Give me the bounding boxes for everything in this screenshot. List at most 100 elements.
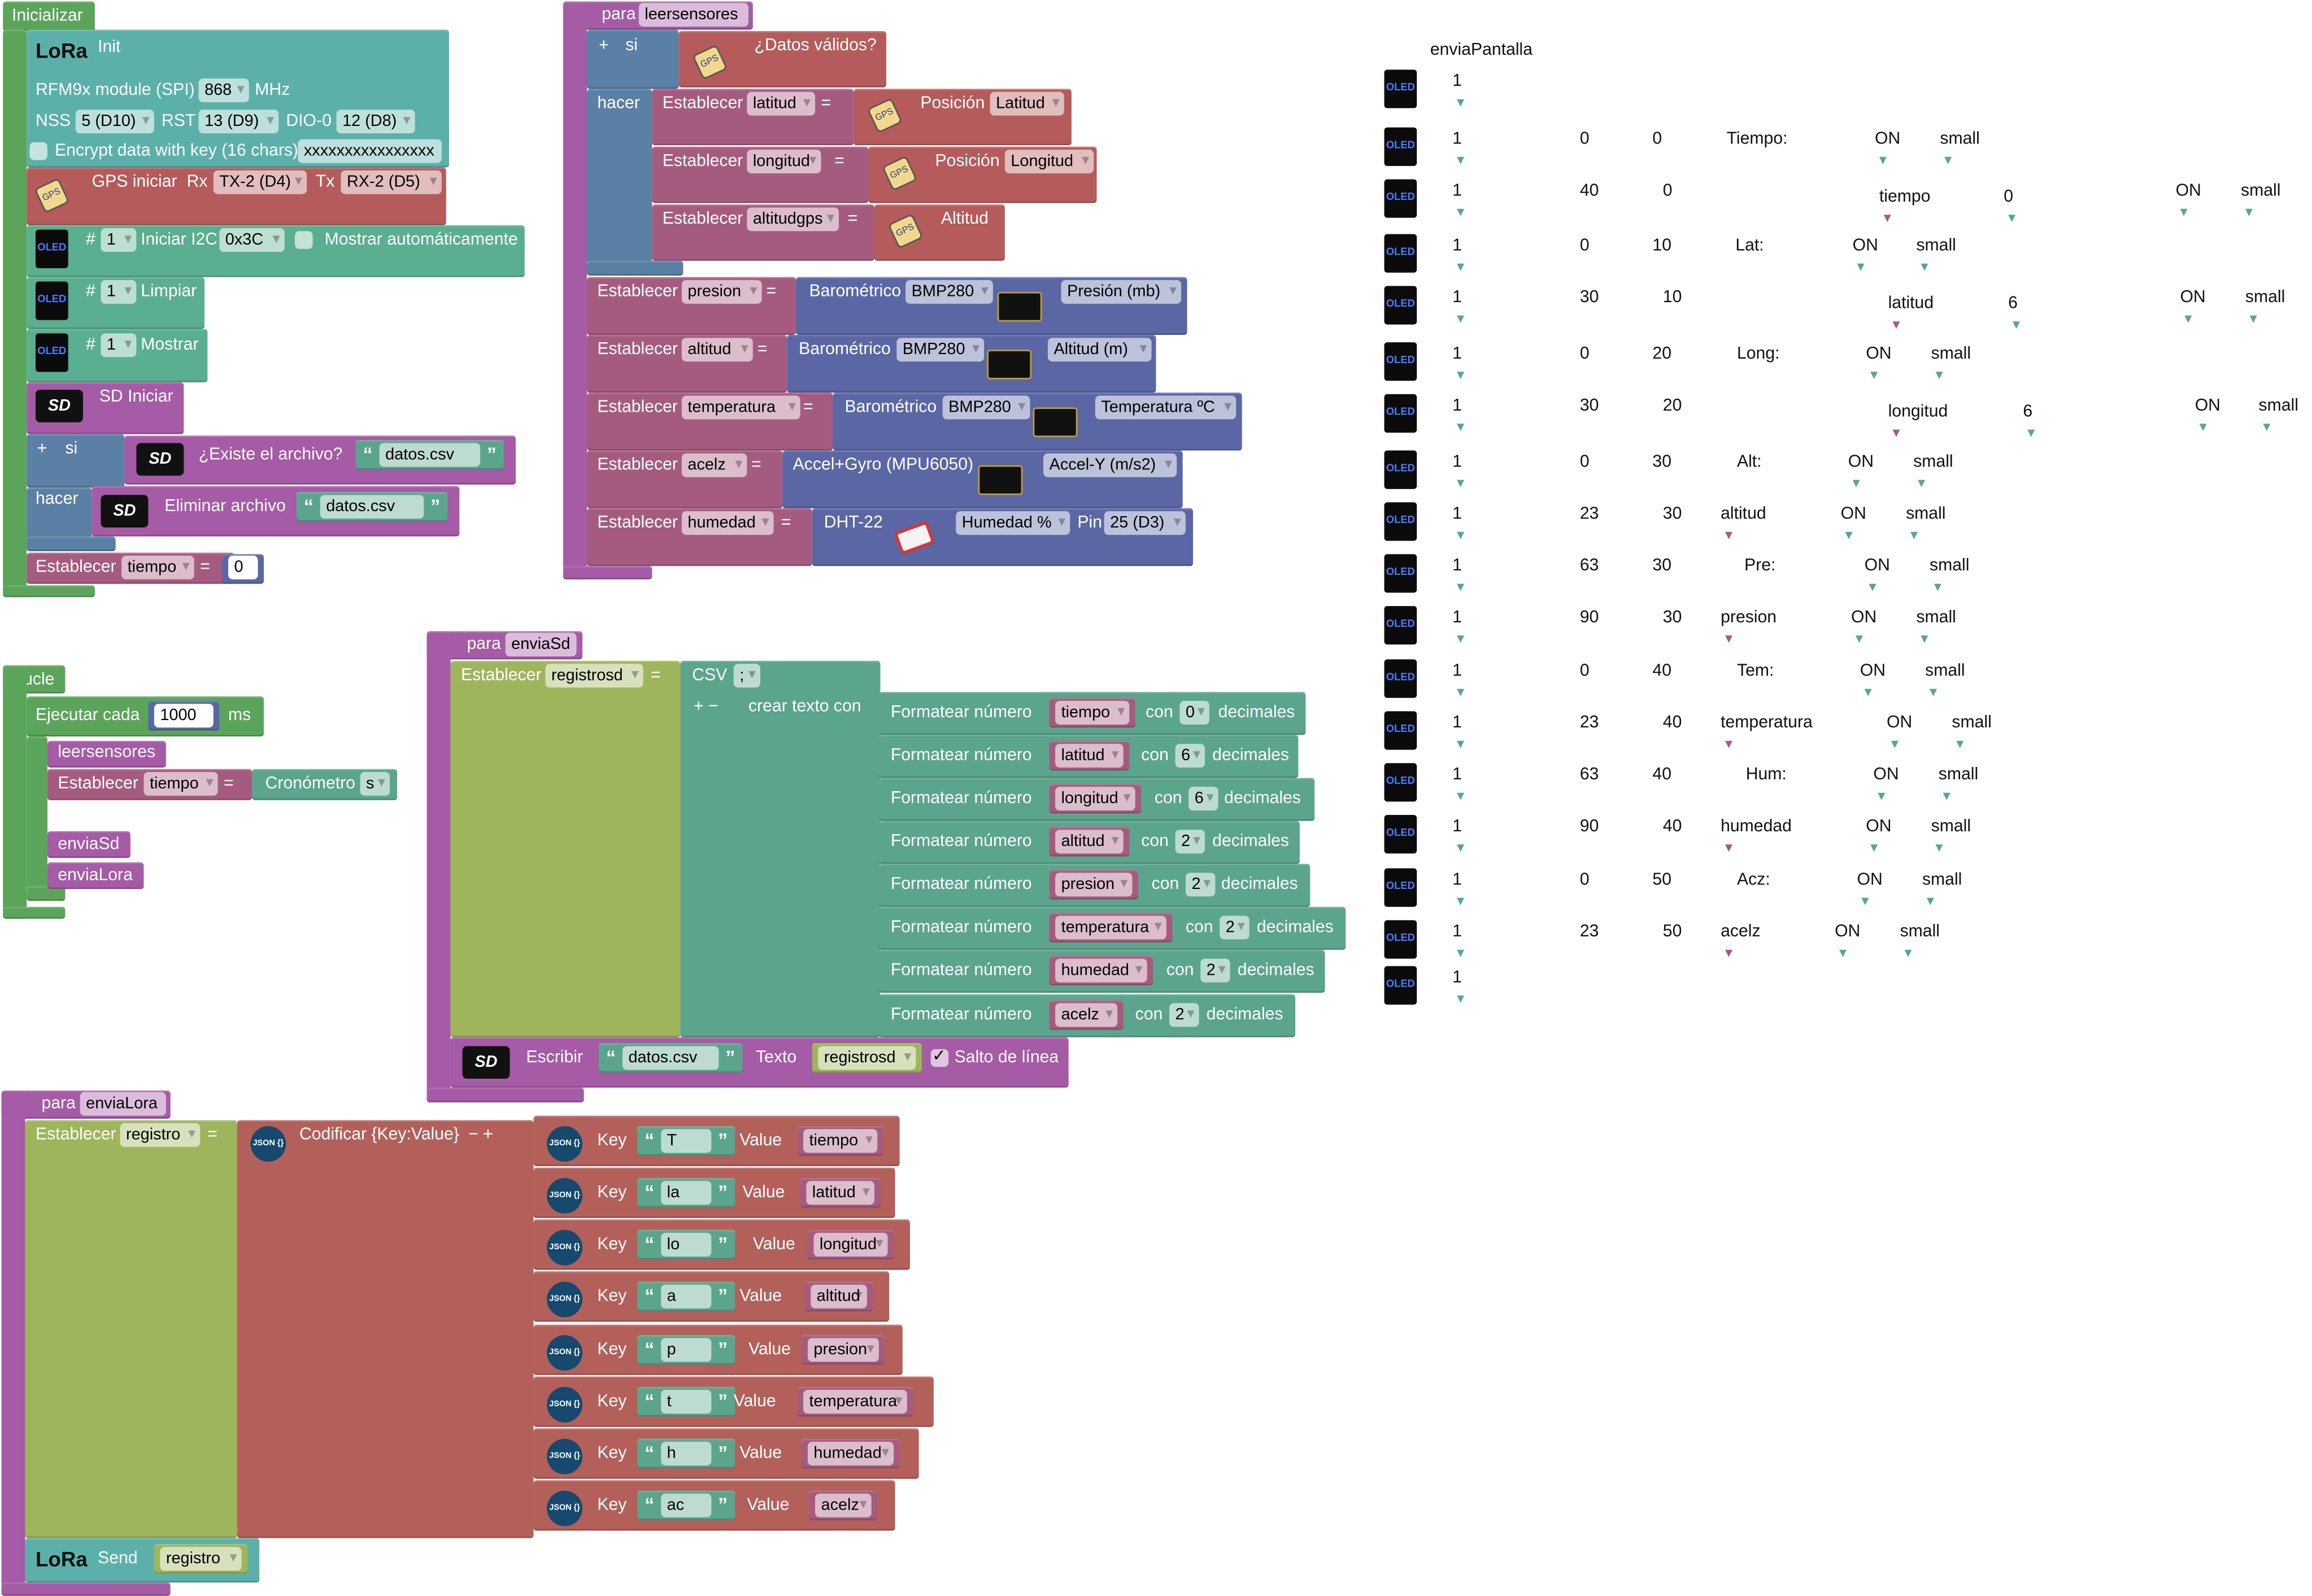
dropdown-arrow-icon[interactable]: ▾ bbox=[2027, 425, 2035, 442]
measurement-dropdown[interactable]: Presión (mb) bbox=[1061, 280, 1182, 304]
dropdown-arrow-icon[interactable]: ▾ bbox=[1457, 311, 1464, 328]
display-mode-dropdown[interactable]: ON ▾ bbox=[1835, 922, 1860, 965]
variable-dropdown[interactable]: presion bbox=[681, 280, 762, 304]
decimal-digits-dropdown[interactable]: 6 ▾ bbox=[2023, 402, 2035, 444]
key-string-input[interactable]: p bbox=[661, 1338, 712, 1362]
dropdown-arrow-icon[interactable]: ▾ bbox=[1857, 259, 1864, 276]
display-mode-dropdown[interactable]: ON ▾ bbox=[1866, 817, 1891, 860]
variable-dropdown[interactable]: longitud bbox=[747, 149, 821, 173]
dropdown-arrow-icon[interactable]: ▾ bbox=[1457, 991, 1464, 1008]
display-mode-dropdown[interactable]: ON ▾ bbox=[2176, 181, 2201, 224]
measurement-dropdown[interactable]: Altitud (m) bbox=[1047, 338, 1152, 362]
decimals-dropdown[interactable]: 2 bbox=[1169, 1003, 1199, 1027]
frequency-dropdown[interactable]: 868 bbox=[198, 79, 249, 103]
dropdown-arrow-icon[interactable]: ▾ bbox=[1725, 736, 1732, 753]
display-number-dropdown[interactable]: 1 ▾ bbox=[1452, 661, 1464, 704]
key-string-input[interactable]: la bbox=[661, 1181, 712, 1205]
decimals-dropdown[interactable]: 2 bbox=[1220, 915, 1249, 940]
dropdown-arrow-icon[interactable]: ▾ bbox=[1869, 579, 1876, 596]
variable-dropdown[interactable]: altitud bbox=[1055, 830, 1124, 854]
blockly-workspace[interactable]: Inicializar LoRa Init RFM9x module (SPI) 868… bbox=[0, 0, 2312, 1596]
dropdown-arrow-icon[interactable]: ▾ bbox=[1865, 684, 1872, 701]
display-number-dropdown[interactable]: 1 ▾ bbox=[1452, 71, 1464, 114]
display-number-dropdown[interactable]: 1 ▾ bbox=[1452, 287, 1464, 330]
dropdown-arrow-icon[interactable]: ▾ bbox=[2013, 317, 2020, 333]
dropdown-arrow-icon[interactable]: ▾ bbox=[1725, 840, 1732, 857]
display-mode-dropdown[interactable]: ON ▾ bbox=[1841, 504, 1866, 547]
separator-dropdown[interactable]: ; bbox=[733, 664, 760, 688]
font-size-dropdown[interactable]: small ▾ bbox=[1916, 236, 1956, 278]
procedure-name-input[interactable]: enviaSd bbox=[505, 633, 577, 657]
number-input[interactable]: 0 bbox=[228, 555, 258, 579]
display-mode-dropdown[interactable]: ON ▾ bbox=[1851, 608, 1876, 651]
variable-dropdown[interactable]: acelz bbox=[681, 453, 747, 477]
variable-dropdown[interactable]: presion bbox=[807, 1338, 879, 1362]
measurement-dropdown[interactable]: Accel-Y (m/s2) bbox=[1043, 453, 1177, 477]
dropdown-arrow-icon[interactable]: ▾ bbox=[1457, 259, 1464, 276]
i2c-address-dropdown[interactable]: 0x3C bbox=[219, 228, 285, 252]
measurement-dropdown[interactable]: Temperatura ºC bbox=[1095, 395, 1236, 420]
variable-dropdown[interactable]: humedad bbox=[1055, 958, 1147, 983]
measurement-dropdown[interactable]: Humedad % bbox=[956, 511, 1070, 535]
dropdown-arrow-icon[interactable]: ▾ bbox=[1934, 579, 1941, 596]
variable-dropdown[interactable]: acelz bbox=[1055, 1003, 1118, 1027]
dropdown-arrow-icon[interactable]: ▾ bbox=[1936, 840, 1943, 857]
dropdown-arrow-icon[interactable]: ▾ bbox=[1457, 893, 1464, 910]
dropdown-arrow-icon[interactable]: ▾ bbox=[1457, 736, 1464, 753]
dropdown-arrow-icon[interactable]: ▾ bbox=[1457, 476, 1464, 492]
decimals-dropdown[interactable]: 2 bbox=[1200, 958, 1230, 983]
variable-dropdown[interactable]: latitud bbox=[747, 91, 816, 116]
dropdown-arrow-icon[interactable]: ▾ bbox=[1457, 152, 1464, 169]
display-mode-dropdown[interactable]: ON ▾ bbox=[1887, 713, 1912, 756]
dropdown-arrow-icon[interactable]: ▾ bbox=[1943, 788, 1950, 805]
key-string-input[interactable]: a bbox=[661, 1284, 712, 1309]
dropdown-arrow-icon[interactable]: ▾ bbox=[2180, 204, 2187, 221]
display-number-dropdown[interactable]: 1 ▾ bbox=[1452, 344, 1464, 387]
font-size-dropdown[interactable]: small ▾ bbox=[1930, 556, 1969, 599]
variable-dropdown[interactable]: tiempo bbox=[121, 555, 194, 579]
oled-number-dropdown[interactable]: 1 bbox=[101, 333, 137, 357]
display-mode-dropdown[interactable]: ON ▾ bbox=[1875, 129, 1900, 172]
display-number-dropdown[interactable]: 1 ▾ bbox=[1452, 452, 1464, 495]
decimals-dropdown[interactable]: 0 bbox=[1179, 701, 1209, 725]
font-size-dropdown[interactable]: small ▾ bbox=[1925, 661, 1965, 704]
nss-pin-dropdown[interactable]: 5 (D10) bbox=[75, 110, 154, 134]
dropdown-arrow-icon[interactable]: ▾ bbox=[1930, 684, 1937, 701]
dropdown-arrow-icon[interactable]: ▾ bbox=[1725, 527, 1732, 544]
oled-number-dropdown[interactable]: 1 bbox=[101, 280, 137, 304]
dropdown-arrow-icon[interactable]: ▾ bbox=[1956, 736, 1963, 753]
dropdown-arrow-icon[interactable]: ▾ bbox=[1936, 368, 1943, 384]
decimals-dropdown[interactable]: 2 bbox=[1175, 830, 1205, 854]
font-size-dropdown[interactable]: small ▾ bbox=[1939, 765, 1978, 808]
font-size-dropdown[interactable]: small ▾ bbox=[1916, 608, 1956, 651]
key-string-input[interactable]: T bbox=[661, 1129, 712, 1153]
variable-dropdown[interactable]: latitud bbox=[806, 1181, 874, 1205]
font-size-dropdown[interactable]: small ▾ bbox=[1952, 713, 1991, 756]
dropdown-arrow-icon[interactable]: ▾ bbox=[1904, 945, 1912, 962]
variable-dropdown[interactable]: temperatura bbox=[681, 395, 800, 420]
dropdown-arrow-icon[interactable]: ▾ bbox=[1870, 368, 1878, 384]
dropdown-arrow-icon[interactable]: ▾ bbox=[1878, 788, 1885, 805]
display-number-dropdown[interactable]: 1 ▾ bbox=[1452, 129, 1464, 172]
rst-pin-dropdown[interactable]: 13 (D9) bbox=[198, 110, 279, 134]
key-string-input[interactable]: lo bbox=[661, 1232, 712, 1257]
dropdown-arrow-icon[interactable]: ▾ bbox=[1853, 476, 1860, 492]
gps-rx-dropdown[interactable]: TX-2 (D4) bbox=[213, 170, 307, 194]
font-size-dropdown[interactable]: small ▾ bbox=[1940, 129, 1979, 172]
dropdown-arrow-icon[interactable]: ▾ bbox=[1921, 631, 1928, 648]
decimal-digits-dropdown[interactable]: 0 ▾ bbox=[2004, 187, 2015, 230]
display-mode-dropdown[interactable]: ON ▾ bbox=[1848, 452, 1874, 495]
gps-field-dropdown[interactable]: Longitud bbox=[1004, 149, 1094, 173]
display-mode-dropdown[interactable]: ON ▾ bbox=[1860, 661, 1886, 704]
key-string-input[interactable]: h bbox=[661, 1441, 712, 1466]
display-number-dropdown[interactable]: 1 ▾ bbox=[1452, 967, 1464, 1010]
sensor-model-dropdown[interactable]: BMP280 bbox=[896, 338, 985, 362]
filename-string-input[interactable]: datos.csv bbox=[379, 443, 481, 467]
dropdown-arrow-icon[interactable]: ▾ bbox=[1457, 527, 1464, 544]
display-mode-dropdown[interactable]: ON ▾ bbox=[1865, 556, 1890, 599]
dropdown-arrow-icon[interactable]: ▾ bbox=[2263, 420, 2270, 436]
dropdown-arrow-icon[interactable]: ▾ bbox=[1845, 527, 1853, 544]
decimals-dropdown[interactable]: 6 bbox=[1188, 787, 1218, 811]
decimals-dropdown[interactable]: 6 bbox=[1175, 744, 1205, 768]
dropdown-arrow-icon[interactable]: ▾ bbox=[1457, 95, 1464, 111]
